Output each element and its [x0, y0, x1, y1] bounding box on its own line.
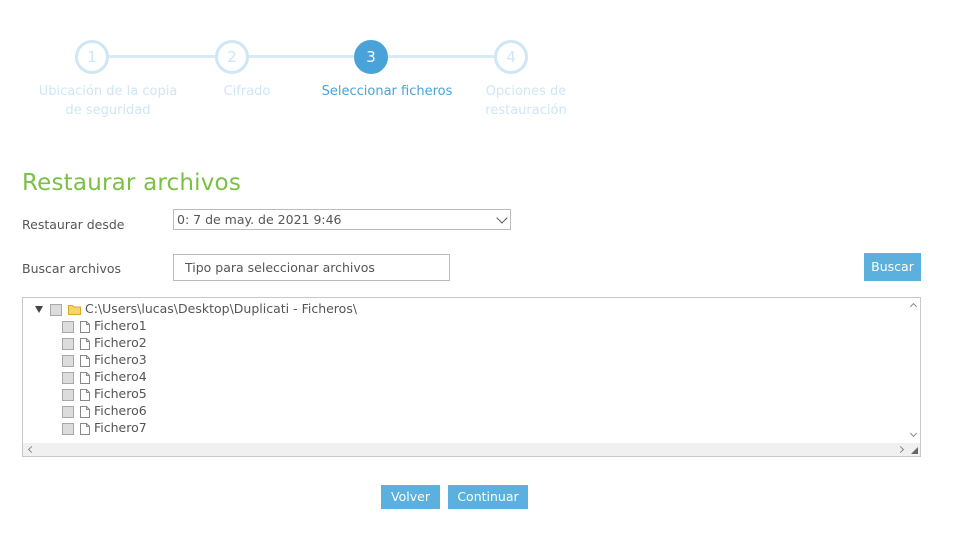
- vertical-scrollbar[interactable]: [907, 298, 920, 442]
- step-4-label-line1: Opciones de: [485, 84, 567, 99]
- file-checkbox[interactable]: [62, 388, 74, 401]
- expand-triangle-icon[interactable]: [35, 306, 43, 313]
- file-tree[interactable]: C:\Users\lucas\Desktop\Duplicati - Fiche…: [22, 297, 921, 457]
- tree-root-row[interactable]: C:\Users\lucas\Desktop\Duplicati - Fiche…: [35, 300, 357, 317]
- restore-version-select[interactable]: 0: 7 de may. de 2021 9:46: [173, 209, 511, 230]
- chevron-down-icon: [496, 212, 508, 224]
- tree-file-row[interactable]: Fichero4: [62, 368, 147, 385]
- scroll-down-icon[interactable]: [909, 429, 918, 438]
- file-checkbox[interactable]: [62, 354, 74, 367]
- file-icon: [80, 354, 90, 367]
- scroll-right-icon[interactable]: [896, 445, 905, 454]
- tree-file-row[interactable]: Fichero2: [62, 334, 147, 351]
- step-4-label: Opciones de restauración: [446, 82, 606, 120]
- tree-file-row[interactable]: Fichero1: [62, 317, 147, 334]
- continue-button[interactable]: Continuar: [448, 485, 528, 509]
- file-name: Fichero5: [94, 386, 147, 401]
- tree-root-checkbox[interactable]: [50, 303, 62, 316]
- tree-file-row[interactable]: Fichero3: [62, 351, 147, 368]
- folder-icon: [68, 305, 81, 315]
- file-icon: [80, 388, 90, 401]
- file-name: Fichero2: [94, 335, 147, 350]
- file-icon: [80, 337, 90, 350]
- file-icon: [80, 405, 90, 418]
- step-1-label-line2: de seguridad: [65, 103, 151, 118]
- tree-file-row[interactable]: Fichero5: [62, 385, 147, 402]
- tree-root-path: C:\Users\lucas\Desktop\Duplicati - Fiche…: [85, 301, 358, 316]
- step-2-circle[interactable]: 2: [215, 40, 249, 74]
- file-icon: [80, 371, 90, 384]
- file-name: Fichero6: [94, 403, 147, 418]
- step-1-label: Ubicación de la copia de seguridad: [28, 82, 188, 120]
- file-icon: [80, 320, 90, 333]
- file-name: Fichero3: [94, 352, 147, 367]
- file-checkbox[interactable]: [62, 371, 74, 384]
- search-input[interactable]: [173, 254, 450, 281]
- file-name: Fichero7: [94, 420, 147, 435]
- step-4-circle[interactable]: 4: [494, 40, 528, 74]
- search-files-label: Buscar archivos: [22, 261, 122, 276]
- file-icon: [80, 422, 90, 435]
- scroll-up-icon[interactable]: [909, 302, 918, 311]
- step-1-label-line1: Ubicación de la copia: [38, 84, 178, 99]
- step-4-label-line2: restauración: [485, 103, 567, 118]
- scroll-left-icon[interactable]: [27, 445, 36, 454]
- file-checkbox[interactable]: [62, 320, 74, 333]
- wizard-stepper: 1 2 3 4 Ubicación de la copia de segurid…: [0, 0, 976, 130]
- restore-from-label: Restaurar desde: [22, 217, 125, 232]
- step-1-circle[interactable]: 1: [75, 40, 109, 74]
- step-connector: [387, 55, 494, 58]
- search-button[interactable]: Buscar: [864, 253, 921, 281]
- step-3-label: Seleccionar ficheros: [307, 82, 467, 101]
- file-checkbox[interactable]: [62, 422, 74, 435]
- restore-version-value: 0: 7 de may. de 2021 9:46: [177, 212, 342, 227]
- step-3-circle[interactable]: 3: [354, 40, 388, 74]
- tree-file-row[interactable]: Fichero7: [62, 419, 147, 436]
- step-2-label-line1: Cifrado: [223, 84, 271, 99]
- step-connector: [248, 55, 354, 58]
- file-checkbox[interactable]: [62, 405, 74, 418]
- file-name: Fichero4: [94, 369, 147, 384]
- back-button[interactable]: Volver: [381, 485, 440, 509]
- file-name: Fichero1: [94, 318, 147, 333]
- resize-grip-icon[interactable]: [911, 447, 918, 454]
- tree-file-row[interactable]: Fichero6: [62, 402, 147, 419]
- step-2-label: Cifrado: [167, 82, 327, 101]
- horizontal-scrollbar[interactable]: [23, 443, 920, 456]
- step-connector: [108, 55, 215, 58]
- step-3-label-line1: Seleccionar ficheros: [321, 84, 453, 99]
- file-checkbox[interactable]: [62, 337, 74, 350]
- page-title: Restaurar archivos: [22, 170, 242, 196]
